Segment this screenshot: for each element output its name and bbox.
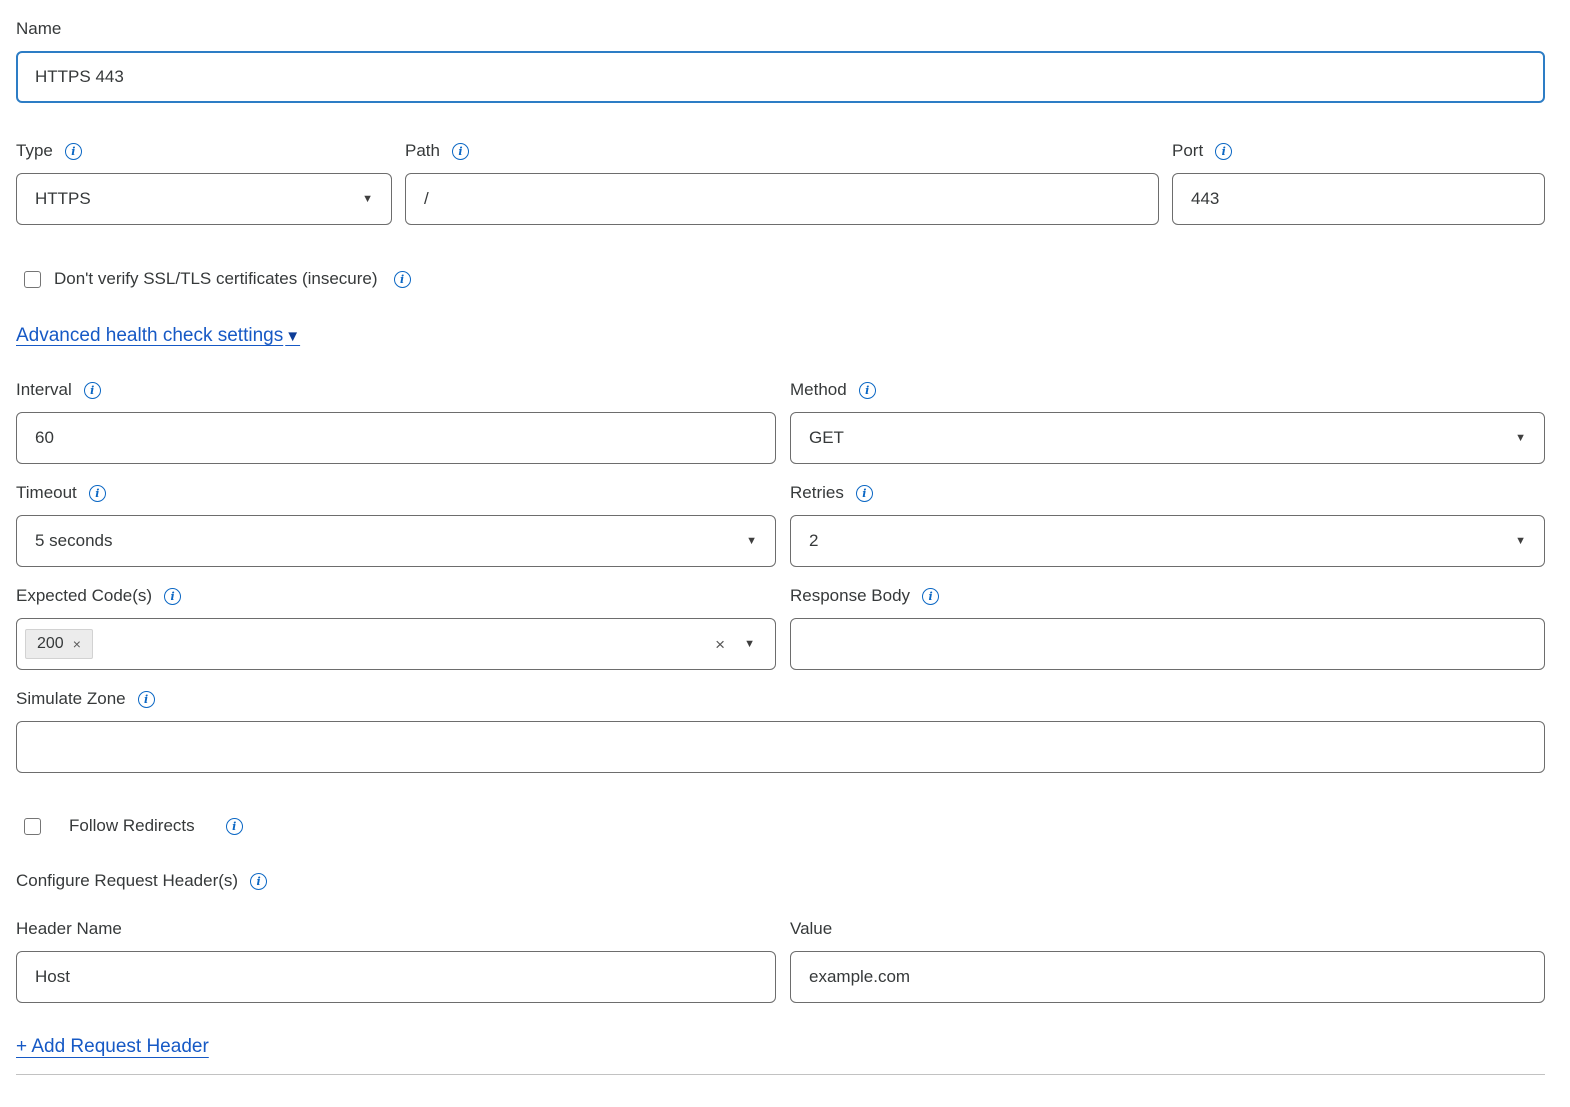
info-icon[interactable]: i xyxy=(226,818,243,835)
timeout-field: Timeout i 5 seconds ▼ xyxy=(16,482,776,567)
info-icon[interactable]: i xyxy=(89,485,106,502)
expected-codes-field: Expected Code(s) i 200 × × ▼ xyxy=(16,585,776,670)
retries-select[interactable]: 2 ▼ xyxy=(790,515,1545,567)
header-name-field: Header Name xyxy=(16,918,776,1003)
code-tag-text: 200 xyxy=(37,635,64,653)
ssl-verify-row: Don't verify SSL/TLS certificates (insec… xyxy=(16,269,1545,289)
caret-down-icon: ▼ xyxy=(285,329,300,344)
method-select-value: GET xyxy=(809,428,844,448)
header-value-label: Value xyxy=(790,918,1545,940)
info-icon[interactable]: i xyxy=(84,382,101,399)
info-icon[interactable]: i xyxy=(138,691,155,708)
ssl-verify-checkbox[interactable] xyxy=(24,271,41,288)
expected-codes-multiselect[interactable]: 200 × × ▼ xyxy=(16,618,776,670)
simulate-zone-label: Simulate Zone i xyxy=(16,688,1545,710)
name-label-text: Name xyxy=(16,18,61,40)
interval-method-row: Interval i Method i GET ▼ xyxy=(16,379,1545,464)
follow-redirects-checkbox[interactable] xyxy=(24,818,41,835)
info-icon[interactable]: i xyxy=(1215,143,1232,160)
retries-label: Retries i xyxy=(790,482,1545,504)
advanced-settings-link[interactable]: Advanced health check settings▼ xyxy=(16,325,300,347)
remove-tag-icon[interactable]: × xyxy=(73,637,81,651)
retries-select-value: 2 xyxy=(809,531,818,551)
info-icon[interactable]: i xyxy=(856,485,873,502)
interval-field: Interval i xyxy=(16,379,776,464)
follow-redirects-label: Follow Redirects xyxy=(69,816,195,836)
name-label: Name xyxy=(16,18,1545,40)
method-select[interactable]: GET ▼ xyxy=(790,412,1545,464)
path-input[interactable] xyxy=(405,173,1159,225)
path-label-text: Path xyxy=(405,140,440,162)
type-field: Type i HTTPS ▼ xyxy=(16,140,392,225)
retries-label-text: Retries xyxy=(790,482,844,504)
chevron-down-icon[interactable]: ▼ xyxy=(744,639,755,650)
port-label: Port i xyxy=(1172,140,1545,162)
header-row: Header Name Value xyxy=(16,918,1545,1003)
type-label-text: Type xyxy=(16,140,53,162)
ssl-verify-label: Don't verify SSL/TLS certificates (insec… xyxy=(54,269,378,289)
type-select-value: HTTPS xyxy=(35,189,91,209)
codes-body-row: Expected Code(s) i 200 × × ▼ Response xyxy=(16,585,1545,670)
info-icon[interactable]: i xyxy=(65,143,82,160)
port-label-text: Port xyxy=(1172,140,1203,162)
expected-codes-label-text: Expected Code(s) xyxy=(16,585,152,607)
timeout-select[interactable]: 5 seconds ▼ xyxy=(16,515,776,567)
chevron-down-icon: ▼ xyxy=(1515,536,1526,547)
chevron-down-icon: ▼ xyxy=(362,194,373,205)
port-field: Port i xyxy=(1172,140,1545,225)
timeout-label: Timeout i xyxy=(16,482,776,504)
header-name-label: Header Name xyxy=(16,918,776,940)
info-icon[interactable]: i xyxy=(250,873,267,890)
type-select[interactable]: HTTPS ▼ xyxy=(16,173,392,225)
method-field: Method i GET ▼ xyxy=(790,379,1545,464)
timeout-label-text: Timeout xyxy=(16,482,77,504)
header-name-label-text: Header Name xyxy=(16,918,122,940)
chevron-down-icon: ▼ xyxy=(1515,433,1526,444)
name-input[interactable] xyxy=(16,51,1545,103)
method-label: Method i xyxy=(790,379,1545,401)
header-name-input[interactable] xyxy=(16,951,776,1003)
interval-label: Interval i xyxy=(16,379,776,401)
request-headers-title: Configure Request Header(s) i xyxy=(16,870,1545,892)
method-label-text: Method xyxy=(790,379,847,401)
info-icon[interactable]: i xyxy=(452,143,469,160)
info-icon[interactable]: i xyxy=(922,588,939,605)
code-tag: 200 × xyxy=(25,629,93,659)
timeout-retries-row: Timeout i 5 seconds ▼ Retries i 2 ▼ xyxy=(16,482,1545,567)
add-request-header-link[interactable]: + Add Request Header xyxy=(16,1036,209,1058)
response-body-label: Response Body i xyxy=(790,585,1545,607)
section-divider xyxy=(16,1074,1545,1075)
header-value-field: Value xyxy=(790,918,1545,1003)
simulate-zone-field: Simulate Zone i xyxy=(16,688,1545,773)
response-body-input[interactable] xyxy=(790,618,1545,670)
port-input[interactable] xyxy=(1172,173,1545,225)
header-value-label-text: Value xyxy=(790,918,832,940)
path-label: Path i xyxy=(405,140,1159,162)
timeout-select-value: 5 seconds xyxy=(35,531,113,551)
path-field: Path i xyxy=(405,140,1159,225)
follow-redirects-row: Follow Redirects i xyxy=(16,816,1545,836)
interval-label-text: Interval xyxy=(16,379,72,401)
response-body-label-text: Response Body xyxy=(790,585,910,607)
retries-field: Retries i 2 ▼ xyxy=(790,482,1545,567)
expected-codes-label: Expected Code(s) i xyxy=(16,585,776,607)
clear-all-icon[interactable]: × xyxy=(715,636,725,653)
type-path-port-row: Type i HTTPS ▼ Path i Port i xyxy=(16,140,1545,225)
info-icon[interactable]: i xyxy=(859,382,876,399)
interval-input[interactable] xyxy=(16,412,776,464)
advanced-settings-link-text: Advanced health check settings xyxy=(16,325,283,347)
request-headers-title-text: Configure Request Header(s) xyxy=(16,870,238,892)
response-body-field: Response Body i xyxy=(790,585,1545,670)
simulate-zone-label-text: Simulate Zone xyxy=(16,688,126,710)
info-icon[interactable]: i xyxy=(164,588,181,605)
type-label: Type i xyxy=(16,140,392,162)
info-icon[interactable]: i xyxy=(394,271,411,288)
header-value-input[interactable] xyxy=(790,951,1545,1003)
simulate-zone-input[interactable] xyxy=(16,721,1545,773)
chevron-down-icon: ▼ xyxy=(746,536,757,547)
health-check-form: Name Type i HTTPS ▼ Path i xyxy=(0,0,1554,1075)
name-field: Name xyxy=(16,18,1545,103)
multiselect-controls: × ▼ xyxy=(715,636,755,653)
